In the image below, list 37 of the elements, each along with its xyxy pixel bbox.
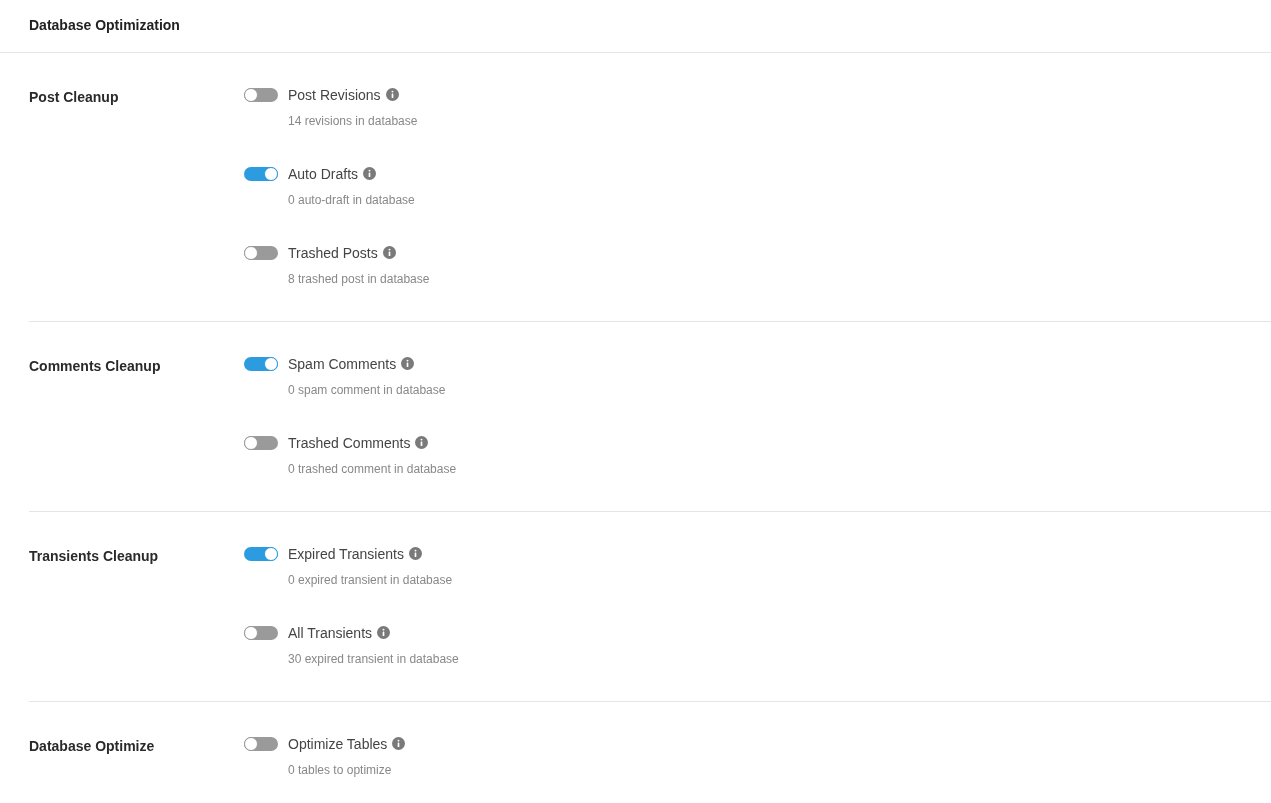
toggle-switch[interactable]	[244, 167, 278, 181]
page-title: Database Optimization	[29, 16, 180, 34]
info-icon[interactable]	[377, 625, 391, 639]
toggle-switch[interactable]	[244, 436, 278, 450]
option-description: 0 trashed comment in database	[288, 461, 457, 478]
info-icon[interactable]	[408, 546, 422, 560]
option-label: Post Revisions	[288, 86, 381, 105]
toggle-switch[interactable]	[244, 737, 278, 751]
option-description: 0 expired transient in database	[288, 572, 453, 589]
option-description: 0 auto-draft in database	[288, 192, 415, 209]
option-label: Auto Drafts	[288, 165, 359, 184]
info-icon[interactable]	[392, 736, 406, 750]
info-icon[interactable]	[363, 166, 377, 180]
toggle-switch[interactable]	[244, 88, 278, 102]
info-icon[interactable]	[401, 356, 415, 370]
section-title: Database Optimize	[29, 737, 155, 756]
info-icon[interactable]	[385, 87, 399, 101]
option-description: 14 revisions in database	[288, 113, 418, 130]
option-label: Spam Comments	[288, 355, 397, 374]
section-title: Post Cleanup	[29, 88, 119, 107]
toggle-switch[interactable]	[244, 246, 278, 260]
info-icon[interactable]	[382, 245, 396, 259]
toggle-switch[interactable]	[244, 357, 278, 371]
option-description: 8 trashed post in database	[288, 271, 430, 288]
option-label: Trashed Posts	[288, 244, 378, 263]
option-label: Optimize Tables	[288, 735, 388, 754]
info-icon[interactable]	[415, 435, 429, 449]
toggle-switch[interactable]	[244, 547, 278, 561]
option-label: All Transients	[288, 624, 373, 643]
section-title: Comments Cleanup	[29, 357, 161, 376]
section-title: Transients Cleanup	[29, 547, 159, 566]
option-label: Expired Transients	[288, 545, 404, 564]
option-description: 30 expired transient in database	[288, 651, 459, 668]
option-label: Trashed Comments	[288, 434, 411, 453]
option-description: 0 tables to optimize	[288, 762, 393, 779]
option-description: 0 spam comment in database	[288, 382, 446, 399]
toggle-switch[interactable]	[244, 626, 278, 640]
